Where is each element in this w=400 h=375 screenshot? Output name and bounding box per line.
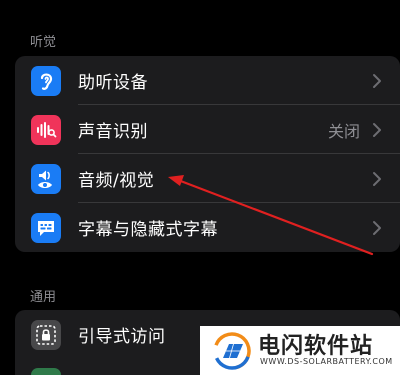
watermark-url: WWW.DS-SOLARBATTERY.COM xyxy=(260,357,393,366)
hearing-devices-label: 助听设备 xyxy=(78,73,148,93)
guided-access-icon xyxy=(31,319,61,350)
audio-visual-label: 音频/视觉 xyxy=(78,171,155,191)
chevron-right-icon xyxy=(373,122,381,137)
section-header-hearing: 听觉 xyxy=(30,35,57,50)
audio-visual-row[interactable]: 音频/视觉 xyxy=(15,154,400,203)
captions-row[interactable]: 字幕与隐藏式字幕 xyxy=(15,203,400,252)
sound-recognition-row[interactable]: 声音识别 关闭 xyxy=(15,105,400,154)
hearing-settings-group: 助听设备 声音识别 关闭 音频/视觉 字幕与隐藏式字幕 xyxy=(15,56,400,252)
audio-visual-icon xyxy=(31,163,61,194)
captions-label: 字幕与隐藏式字幕 xyxy=(78,220,218,240)
captions-icon xyxy=(31,212,61,243)
sound-recognition-status: 关闭 xyxy=(327,121,360,141)
next-row-icon-partial xyxy=(31,368,61,375)
solar-panel-logo-icon xyxy=(213,332,251,370)
watermark-banner: 电闪软件站 WWW.DS-SOLARBATTERY.COM xyxy=(200,326,400,375)
guided-access-label: 引导式访问 xyxy=(78,327,166,347)
chevron-right-icon xyxy=(373,220,381,235)
sound-recognition-label: 声音识别 xyxy=(78,122,148,142)
watermark-title: 电闪软件站 xyxy=(258,334,374,359)
section-header-general: 通用 xyxy=(30,290,57,305)
hearing-devices-row[interactable]: 助听设备 xyxy=(15,56,400,105)
ear-icon xyxy=(31,65,61,96)
chevron-right-icon xyxy=(373,171,381,186)
sound-recognition-icon xyxy=(31,114,61,145)
chevron-right-icon xyxy=(373,73,381,88)
